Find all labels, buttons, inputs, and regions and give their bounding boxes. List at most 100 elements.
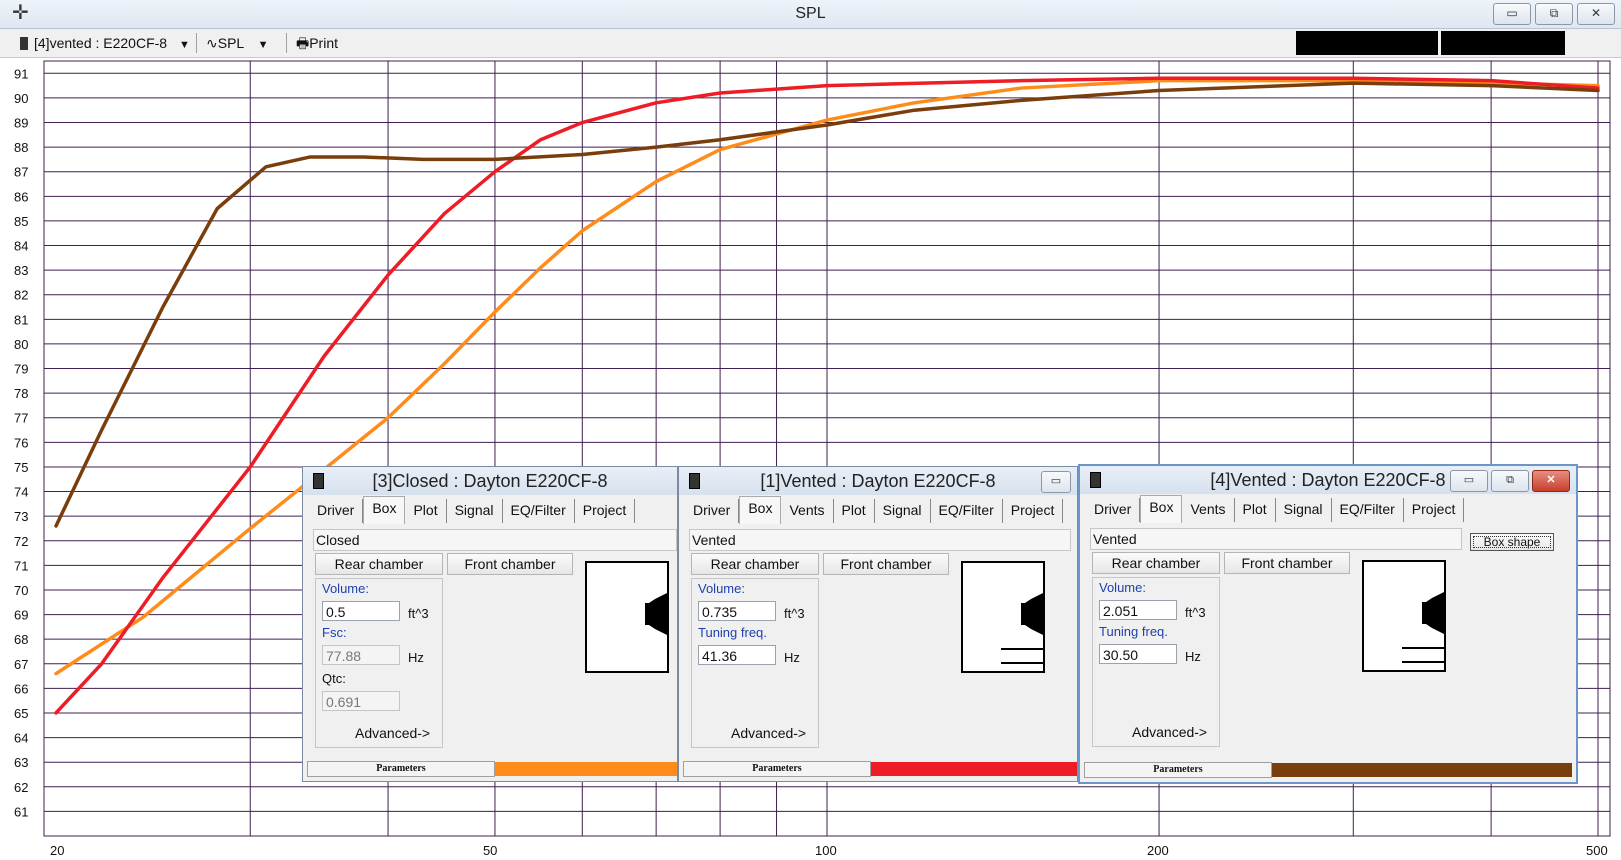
x-tick-label: 20: [50, 843, 64, 858]
y-tick-label: 91: [14, 66, 28, 81]
tab-driver[interactable]: Driver: [309, 499, 364, 523]
print-label: Print: [309, 35, 339, 51]
unit-label: ft^3: [1185, 605, 1206, 620]
tuning-freq-input[interactable]: 30.50: [1099, 644, 1177, 664]
fsc-field: 77.88: [322, 645, 400, 665]
readout-panel-2: [1441, 31, 1565, 55]
y-tick-label: 75: [14, 460, 28, 475]
front-chamber-button[interactable]: Front chamber: [823, 553, 949, 575]
window-title: SPL: [795, 5, 826, 22]
tab-plot[interactable]: Plot: [834, 499, 875, 523]
x-tick-label: 50: [483, 843, 497, 858]
volume-input[interactable]: 2.051: [1099, 600, 1177, 620]
field-label: Fsc:: [322, 625, 347, 640]
y-tick-label: 63: [14, 755, 28, 770]
tuning-freq-input[interactable]: 41.36: [698, 645, 776, 665]
volume-input[interactable]: 0.735: [698, 601, 776, 621]
y-tick-label: 90: [14, 91, 28, 106]
vented-box-window-1[interactable]: [1]Vented : Dayton E220CF-8 ▭ Driver Box Ven…: [678, 466, 1078, 782]
child-window-titlebar[interactable]: [4]Vented : Dayton E220CF-8 ▭ ⧉ ✕: [1080, 466, 1576, 494]
volume-input[interactable]: 0.5: [322, 601, 400, 621]
speaker-box-diagram: [1001, 593, 1043, 664]
tab-eqfilter[interactable]: EQ/Filter: [503, 499, 575, 523]
close-button[interactable]: ✕: [1532, 470, 1570, 492]
box-type-field[interactable]: Closed: [313, 529, 677, 551]
y-tick-label: 84: [14, 239, 28, 254]
tab-box[interactable]: Box: [739, 496, 782, 524]
minimize-button[interactable]: ▭: [1450, 470, 1488, 492]
plot-type-label: SPL: [217, 35, 244, 51]
tab-box[interactable]: Box: [363, 496, 406, 524]
y-tick-label: 65: [14, 706, 28, 721]
tab-signal[interactable]: Signal: [1276, 498, 1332, 522]
box-shape-button[interactable]: Box shape: [1470, 533, 1554, 551]
tab-vents[interactable]: Vents: [781, 499, 834, 523]
restore-button[interactable]: ⧉: [1491, 470, 1529, 492]
tab-strip: Driver Box Plot Signal EQ/Filter Project: [309, 496, 636, 524]
parameters-status: Parameters: [1084, 762, 1272, 778]
toolbar: [4]vented : E220CF-8 ▼ ∿SPL ▼ 🖶Print: [0, 29, 1621, 58]
print-button[interactable]: 🖶Print: [296, 34, 338, 52]
advanced-button[interactable]: Advanced->: [1132, 724, 1207, 740]
tab-signal[interactable]: Signal: [875, 499, 931, 523]
tab-project[interactable]: Project: [575, 499, 636, 523]
field-label: Qtc:: [322, 671, 346, 686]
field-label: Volume:: [1099, 580, 1146, 595]
tab-project[interactable]: Project: [1404, 498, 1465, 522]
box-type-field[interactable]: Vented: [1090, 528, 1462, 550]
tab-driver[interactable]: Driver: [1086, 498, 1141, 522]
minimize-button[interactable]: ▭: [1041, 471, 1071, 493]
driver-select[interactable]: [4]vented : E220CF-8 ▼: [20, 34, 190, 52]
y-tick-label: 76: [14, 435, 28, 450]
y-tick-label: 79: [14, 362, 28, 377]
y-tick-label: 83: [14, 263, 28, 278]
box-type-field[interactable]: Vented: [689, 529, 1071, 551]
tab-eqfilter[interactable]: EQ/Filter: [1332, 498, 1404, 522]
child-window-title: [1]Vented : Dayton E220CF-8: [760, 471, 996, 491]
box-diagram: [1362, 560, 1446, 672]
front-chamber-button[interactable]: Front chamber: [447, 553, 573, 575]
y-tick-label: 77: [14, 411, 28, 426]
tab-signal[interactable]: Signal: [447, 499, 503, 523]
window-controls: ▭ ⧉ ✕: [1493, 3, 1615, 25]
printer-icon: 🖶: [296, 35, 310, 51]
close-button[interactable]: ✕: [1577, 3, 1615, 25]
closed-box-window[interactable]: [3]Closed : Dayton E220CF-8 Driver Box Plot…: [302, 466, 678, 782]
rear-chamber-button[interactable]: Rear chamber: [691, 553, 819, 575]
speaker-box-diagram: [645, 593, 667, 635]
unit-label: ft^3: [784, 606, 805, 621]
restore-button[interactable]: ⧉: [1535, 3, 1573, 25]
qtc-field: 0.691: [322, 691, 400, 711]
tab-strip: Driver Box Vents Plot Signal EQ/Filter Project: [685, 496, 1064, 524]
tab-plot[interactable]: Plot: [405, 499, 447, 523]
y-tick-label: 82: [14, 288, 28, 303]
y-tick-label: 73: [14, 509, 28, 524]
tab-project[interactable]: Project: [1003, 499, 1064, 523]
tab-box[interactable]: Box: [1140, 495, 1183, 523]
advanced-button[interactable]: Advanced->: [731, 725, 806, 741]
curve-color-swatch: [871, 762, 1077, 776]
y-tick-label: 64: [14, 731, 28, 746]
unit-label: Hz: [784, 650, 800, 665]
rear-chamber-button[interactable]: Rear chamber: [315, 553, 443, 575]
plot-type-select[interactable]: ∿SPL ▼: [206, 34, 268, 52]
field-label: Tuning freq.: [698, 625, 767, 640]
front-chamber-button[interactable]: Front chamber: [1224, 552, 1350, 574]
child-window-titlebar[interactable]: [1]Vented : Dayton E220CF-8 ▭: [679, 467, 1077, 495]
y-tick-label: 85: [14, 214, 28, 229]
x-tick-label: 100: [815, 843, 837, 858]
child-window-controls: ▭: [1041, 471, 1071, 493]
driver-icon: [20, 37, 28, 50]
child-window-titlebar[interactable]: [3]Closed : Dayton E220CF-8: [303, 467, 677, 495]
child-window-controls: ▭ ⧉ ✕: [1450, 470, 1570, 492]
minimize-button[interactable]: ▭: [1493, 3, 1531, 25]
rear-chamber-button[interactable]: Rear chamber: [1092, 552, 1220, 574]
tab-vents[interactable]: Vents: [1182, 498, 1235, 522]
box-parameters-group: Volume: 2.051 ft^3 Tuning freq. 30.50 Hz: [1092, 577, 1220, 747]
tab-plot[interactable]: Plot: [1235, 498, 1276, 522]
advanced-button[interactable]: Advanced->: [355, 725, 430, 741]
tab-driver[interactable]: Driver: [685, 499, 740, 523]
vented-box-window-4[interactable]: [4]Vented : Dayton E220CF-8 ▭ ⧉ ✕ Driver Box V…: [1078, 464, 1578, 784]
tab-eqfilter[interactable]: EQ/Filter: [931, 499, 1003, 523]
child-window-title: [3]Closed : Dayton E220CF-8: [372, 471, 608, 491]
